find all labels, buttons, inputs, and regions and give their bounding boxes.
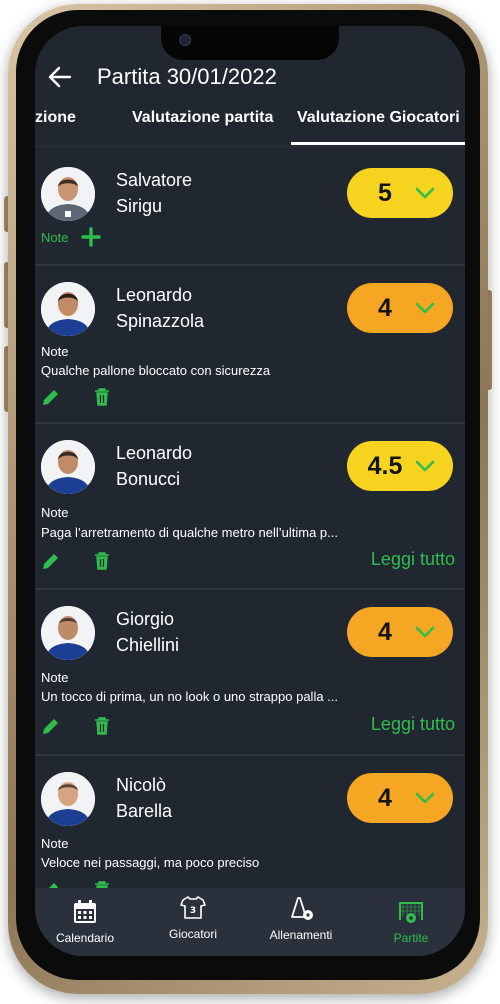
player-first-name: Giorgio bbox=[116, 609, 175, 629]
avatar bbox=[41, 282, 95, 336]
avatar bbox=[41, 440, 95, 494]
note-text: Un tocco di prima, un no look o uno stra… bbox=[41, 689, 339, 704]
player-first-name: Nicolò bbox=[116, 775, 167, 795]
player-last-name: Sirigu bbox=[116, 196, 163, 216]
tab-bar: zione Valutazione partita Valutazione Gi… bbox=[35, 104, 465, 147]
player-card: Nicolò Barella 4 Note Veloce nei passagg… bbox=[35, 756, 465, 888]
avatar bbox=[41, 772, 95, 826]
player-first-name: Salvatore bbox=[116, 170, 193, 190]
note-text: Paga l’arretramento di qualche metro nel… bbox=[41, 525, 338, 540]
front-camera bbox=[179, 34, 191, 46]
rating-value: 4 bbox=[378, 618, 392, 646]
nav-label: Calendario bbox=[55, 931, 115, 945]
nav-label: Partite bbox=[393, 931, 429, 945]
nav-allenamenti[interactable]: Allenamenti bbox=[256, 895, 346, 942]
player-last-name: Bonucci bbox=[116, 469, 181, 489]
app-screen: Partita 30/01/2022 zione Valutazione par… bbox=[35, 26, 465, 956]
note-label: Note bbox=[41, 670, 69, 685]
nav-calendario[interactable]: Calendario bbox=[40, 898, 130, 945]
note-text: Veloce nei passaggi, ma poco preciso bbox=[41, 855, 260, 870]
player-card: Salvatore Sirigu 5 Note bbox=[35, 146, 465, 266]
jersey-icon: 3 bbox=[180, 896, 206, 919]
training-icon bbox=[291, 897, 313, 920]
rating-value: 4 bbox=[378, 784, 392, 812]
chevron-down-icon bbox=[415, 626, 435, 638]
avatar bbox=[41, 167, 95, 221]
tab-valutazione-giocatori[interactable]: Valutazione Giocatori bbox=[297, 109, 460, 127]
player-card: Leonardo Spinazzola 4 Note Qualche pallo… bbox=[35, 266, 465, 424]
app-header: Partita 30/01/2022 bbox=[35, 56, 465, 104]
chevron-down-icon bbox=[415, 460, 435, 472]
player-list: Salvatore Sirigu 5 Note Leonardo Spinazz… bbox=[35, 146, 465, 888]
player-card: Giorgio Chiellini 4 Note Un tocco di pri… bbox=[35, 590, 465, 756]
player-last-name: Spinazzola bbox=[116, 311, 205, 331]
note-label: Note bbox=[41, 344, 69, 359]
delete-icon[interactable] bbox=[92, 387, 112, 407]
note-text: Qualche pallone bloccato con sicurezza bbox=[41, 363, 271, 378]
rating-dropdown[interactable]: 4 bbox=[347, 607, 453, 657]
note-label: Note bbox=[41, 505, 69, 520]
rating-dropdown[interactable]: 4.5 bbox=[347, 441, 453, 491]
rating-value: 5 bbox=[378, 179, 392, 207]
goal-icon bbox=[399, 902, 423, 923]
back-arrow-icon[interactable] bbox=[45, 62, 75, 92]
bottom-nav: Calendario 3 Giocatori Allenamenti Parti… bbox=[35, 888, 465, 956]
edit-icon[interactable] bbox=[41, 551, 61, 571]
svg-text:3: 3 bbox=[190, 906, 196, 916]
chevron-down-icon bbox=[415, 792, 435, 804]
rating-value: 4 bbox=[378, 294, 392, 322]
rating-dropdown[interactable]: 4 bbox=[347, 283, 453, 333]
calendar-icon bbox=[74, 900, 96, 923]
player-last-name: Chiellini bbox=[116, 635, 180, 655]
nav-label: Allenamenti bbox=[269, 928, 333, 942]
edit-icon[interactable] bbox=[41, 716, 61, 736]
edit-icon[interactable] bbox=[41, 880, 61, 888]
page-title: Partita 30/01/2022 bbox=[97, 64, 277, 89]
delete-icon[interactable] bbox=[92, 880, 112, 888]
read-more-link[interactable]: Leggi tutto bbox=[371, 714, 455, 735]
player-first-name: Leonardo bbox=[116, 443, 193, 463]
delete-icon[interactable] bbox=[92, 551, 112, 571]
read-more-link[interactable]: Leggi tutto bbox=[371, 549, 455, 570]
tab-valutazione-partita[interactable]: Valutazione partita bbox=[132, 109, 273, 127]
rating-dropdown[interactable]: 5 bbox=[347, 168, 453, 218]
player-last-name: Barella bbox=[116, 801, 173, 821]
player-first-name: Leonardo bbox=[116, 285, 193, 305]
avatar bbox=[41, 606, 95, 660]
rating-value: 4.5 bbox=[367, 452, 403, 480]
chevron-down-icon bbox=[415, 302, 435, 314]
nav-label: Giocatori bbox=[168, 927, 218, 941]
chevron-down-icon bbox=[415, 187, 435, 199]
tab-partial[interactable]: zione bbox=[35, 109, 76, 127]
add-note-icon[interactable] bbox=[81, 227, 101, 247]
active-tab-indicator bbox=[291, 142, 465, 145]
note-label: Note bbox=[41, 230, 69, 245]
nav-partite[interactable]: Partite bbox=[366, 898, 456, 945]
player-card: Leonardo Bonucci 4.5 Note Paga l’arretra… bbox=[35, 424, 465, 590]
nav-giocatori[interactable]: 3 Giocatori bbox=[148, 894, 238, 941]
edit-icon[interactable] bbox=[41, 387, 61, 407]
rating-dropdown[interactable]: 4 bbox=[347, 773, 453, 823]
delete-icon[interactable] bbox=[92, 716, 112, 736]
note-label: Note bbox=[41, 836, 69, 851]
